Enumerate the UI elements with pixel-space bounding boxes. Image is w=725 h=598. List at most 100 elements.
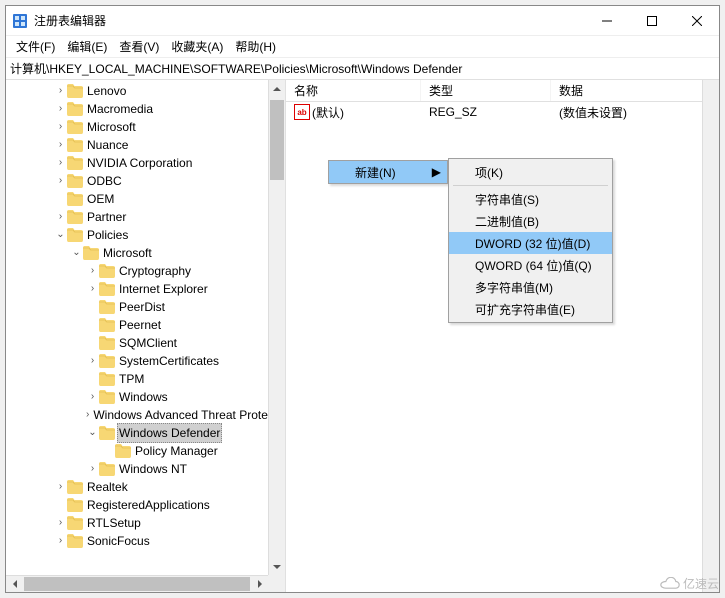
tree-item-label: ODBC — [85, 172, 124, 190]
menu-fav[interactable]: 收藏夹(A) — [165, 36, 229, 58]
minimize-button[interactable] — [584, 6, 629, 36]
tree-item[interactable]: ›Lenovo — [6, 82, 268, 100]
watermark-text: 亿速云 — [683, 575, 719, 592]
folder-icon — [99, 318, 115, 332]
menu-file[interactable]: 文件(F) — [10, 36, 61, 58]
tree-item[interactable]: ›Internet Explorer — [6, 280, 268, 298]
tree-item[interactable]: ›SonicFocus — [6, 532, 268, 550]
expand-icon[interactable]: › — [86, 406, 89, 424]
scroll-up-icon[interactable] — [269, 80, 285, 97]
tree-scroll[interactable]: ›Lenovo›Macromedia›Microsoft›Nuance›NVID… — [6, 80, 268, 575]
expand-icon[interactable]: › — [86, 280, 99, 298]
folder-icon — [99, 426, 115, 440]
address-bar[interactable]: 计算机\HKEY_LOCAL_MACHINE\SOFTWARE\Policies… — [6, 58, 719, 80]
menu-new-string[interactable]: 字符串值(S) — [449, 188, 612, 210]
tree-item[interactable]: ›TPM — [6, 370, 268, 388]
folder-icon — [67, 174, 83, 188]
tree-item[interactable]: ›PeerDist — [6, 298, 268, 316]
folder-icon — [67, 210, 83, 224]
tree-item-label: Microsoft — [101, 244, 154, 262]
expand-icon[interactable]: › — [54, 100, 67, 118]
expand-icon[interactable]: › — [54, 118, 67, 136]
tree-item[interactable]: ⌄ Microsoft — [6, 244, 268, 262]
maximize-button[interactable] — [629, 6, 674, 36]
tree-item-label: Nuance — [85, 136, 130, 154]
folder-icon — [67, 84, 83, 98]
scroll-right-icon[interactable] — [251, 576, 268, 592]
menu-help[interactable]: 帮助(H) — [229, 36, 282, 58]
expand-icon[interactable]: › — [86, 352, 99, 370]
tree-item[interactable]: ›Peernet — [6, 316, 268, 334]
tree-item[interactable]: ›NVIDIA Corporation — [6, 154, 268, 172]
close-button[interactable] — [674, 6, 719, 36]
menu-new-dword[interactable]: DWORD (32 位)值(D) — [449, 232, 612, 254]
menu-new-binary[interactable]: 二进制值(B) — [449, 210, 612, 232]
tree-item[interactable]: ›Cryptography — [6, 262, 268, 280]
tree-item[interactable]: ⌄Windows Defender — [6, 424, 268, 442]
value-name: (默认) — [312, 104, 344, 121]
col-data[interactable]: 数据 — [551, 80, 719, 101]
tree-hscroll[interactable] — [6, 575, 268, 592]
tree-item[interactable]: ›Microsoft — [6, 118, 268, 136]
expand-icon[interactable]: › — [54, 154, 67, 172]
watermark: 亿速云 — [660, 575, 719, 592]
tree-item[interactable]: ›OEM — [6, 190, 268, 208]
expand-icon[interactable]: › — [54, 82, 67, 100]
col-type[interactable]: 类型 — [421, 80, 551, 101]
menu-new-multi[interactable]: 多字符串值(M) — [449, 276, 612, 298]
menu-new-expand[interactable]: 可扩充字符串值(E) — [449, 298, 612, 320]
expand-icon[interactable]: › — [86, 388, 99, 406]
list-vscroll[interactable] — [702, 80, 719, 592]
tree-item[interactable]: ›Realtek — [6, 478, 268, 496]
tree-item[interactable]: › Windows NT — [6, 460, 268, 478]
scroll-down-icon[interactable] — [269, 558, 285, 575]
list-header: 名称 类型 数据 — [286, 80, 719, 102]
menu-view[interactable]: 查看(V) — [113, 36, 165, 58]
folder-icon — [99, 282, 115, 296]
list-row[interactable]: ab (默认) REG_SZ (数值未设置) — [286, 102, 719, 122]
tree-item[interactable]: ⌄ Policies — [6, 226, 268, 244]
tree-item-label: Windows NT — [117, 460, 189, 478]
menu-new[interactable]: 新建(N) ▶ — [329, 161, 447, 183]
collapse-icon[interactable]: ⌄ — [86, 424, 99, 442]
tree-item[interactable]: ›Macromedia — [6, 100, 268, 118]
expand-icon[interactable]: › — [54, 208, 67, 226]
string-value-icon: ab — [294, 104, 310, 120]
tree-item[interactable]: › ODBC — [6, 172, 268, 190]
cloud-icon — [660, 577, 680, 591]
collapse-icon[interactable]: ⌄ — [54, 226, 67, 244]
scroll-left-icon[interactable] — [6, 576, 23, 592]
tree-item[interactable]: › RTLSetup — [6, 514, 268, 532]
expand-icon[interactable]: › — [54, 136, 67, 154]
expand-icon[interactable]: › — [54, 478, 67, 496]
collapse-icon[interactable]: ⌄ — [70, 244, 83, 262]
tree-item-label: Policies — [85, 226, 130, 244]
vscroll-thumb[interactable] — [270, 100, 284, 180]
folder-icon — [99, 300, 115, 314]
tree-item[interactable]: ›Windows Advanced Threat Protection — [6, 406, 268, 424]
tree-item[interactable]: ›RegisteredApplications — [6, 496, 268, 514]
col-name[interactable]: 名称 — [286, 80, 421, 101]
menu-edit[interactable]: 编辑(E) — [61, 36, 113, 58]
list-pane: 名称 类型 数据 ab (默认) REG_SZ (数值未设置) — [286, 80, 719, 592]
folder-icon — [67, 120, 83, 134]
tree-vscroll[interactable] — [268, 80, 285, 575]
menu-new-key[interactable]: 项(K) — [449, 161, 612, 183]
folder-icon — [99, 390, 115, 404]
expand-icon[interactable]: › — [54, 532, 67, 550]
expand-icon[interactable]: › — [86, 262, 99, 280]
expand-icon[interactable]: › — [86, 460, 99, 478]
tree-item[interactable]: ›Partner — [6, 208, 268, 226]
tree-item[interactable]: › SystemCertificates — [6, 352, 268, 370]
expand-icon[interactable]: › — [54, 514, 67, 532]
folder-icon — [99, 336, 115, 350]
hscroll-thumb[interactable] — [24, 577, 250, 591]
expand-icon[interactable]: › — [54, 172, 67, 190]
tree-item-label: SystemCertificates — [117, 352, 221, 370]
tree-item-label: RTLSetup — [85, 514, 143, 532]
tree-item[interactable]: ›Policy Manager — [6, 442, 268, 460]
tree-item[interactable]: ›SQMClient — [6, 334, 268, 352]
tree-item[interactable]: ›Windows — [6, 388, 268, 406]
tree-item[interactable]: › Nuance — [6, 136, 268, 154]
menu-new-qword[interactable]: QWORD (64 位)值(Q) — [449, 254, 612, 276]
